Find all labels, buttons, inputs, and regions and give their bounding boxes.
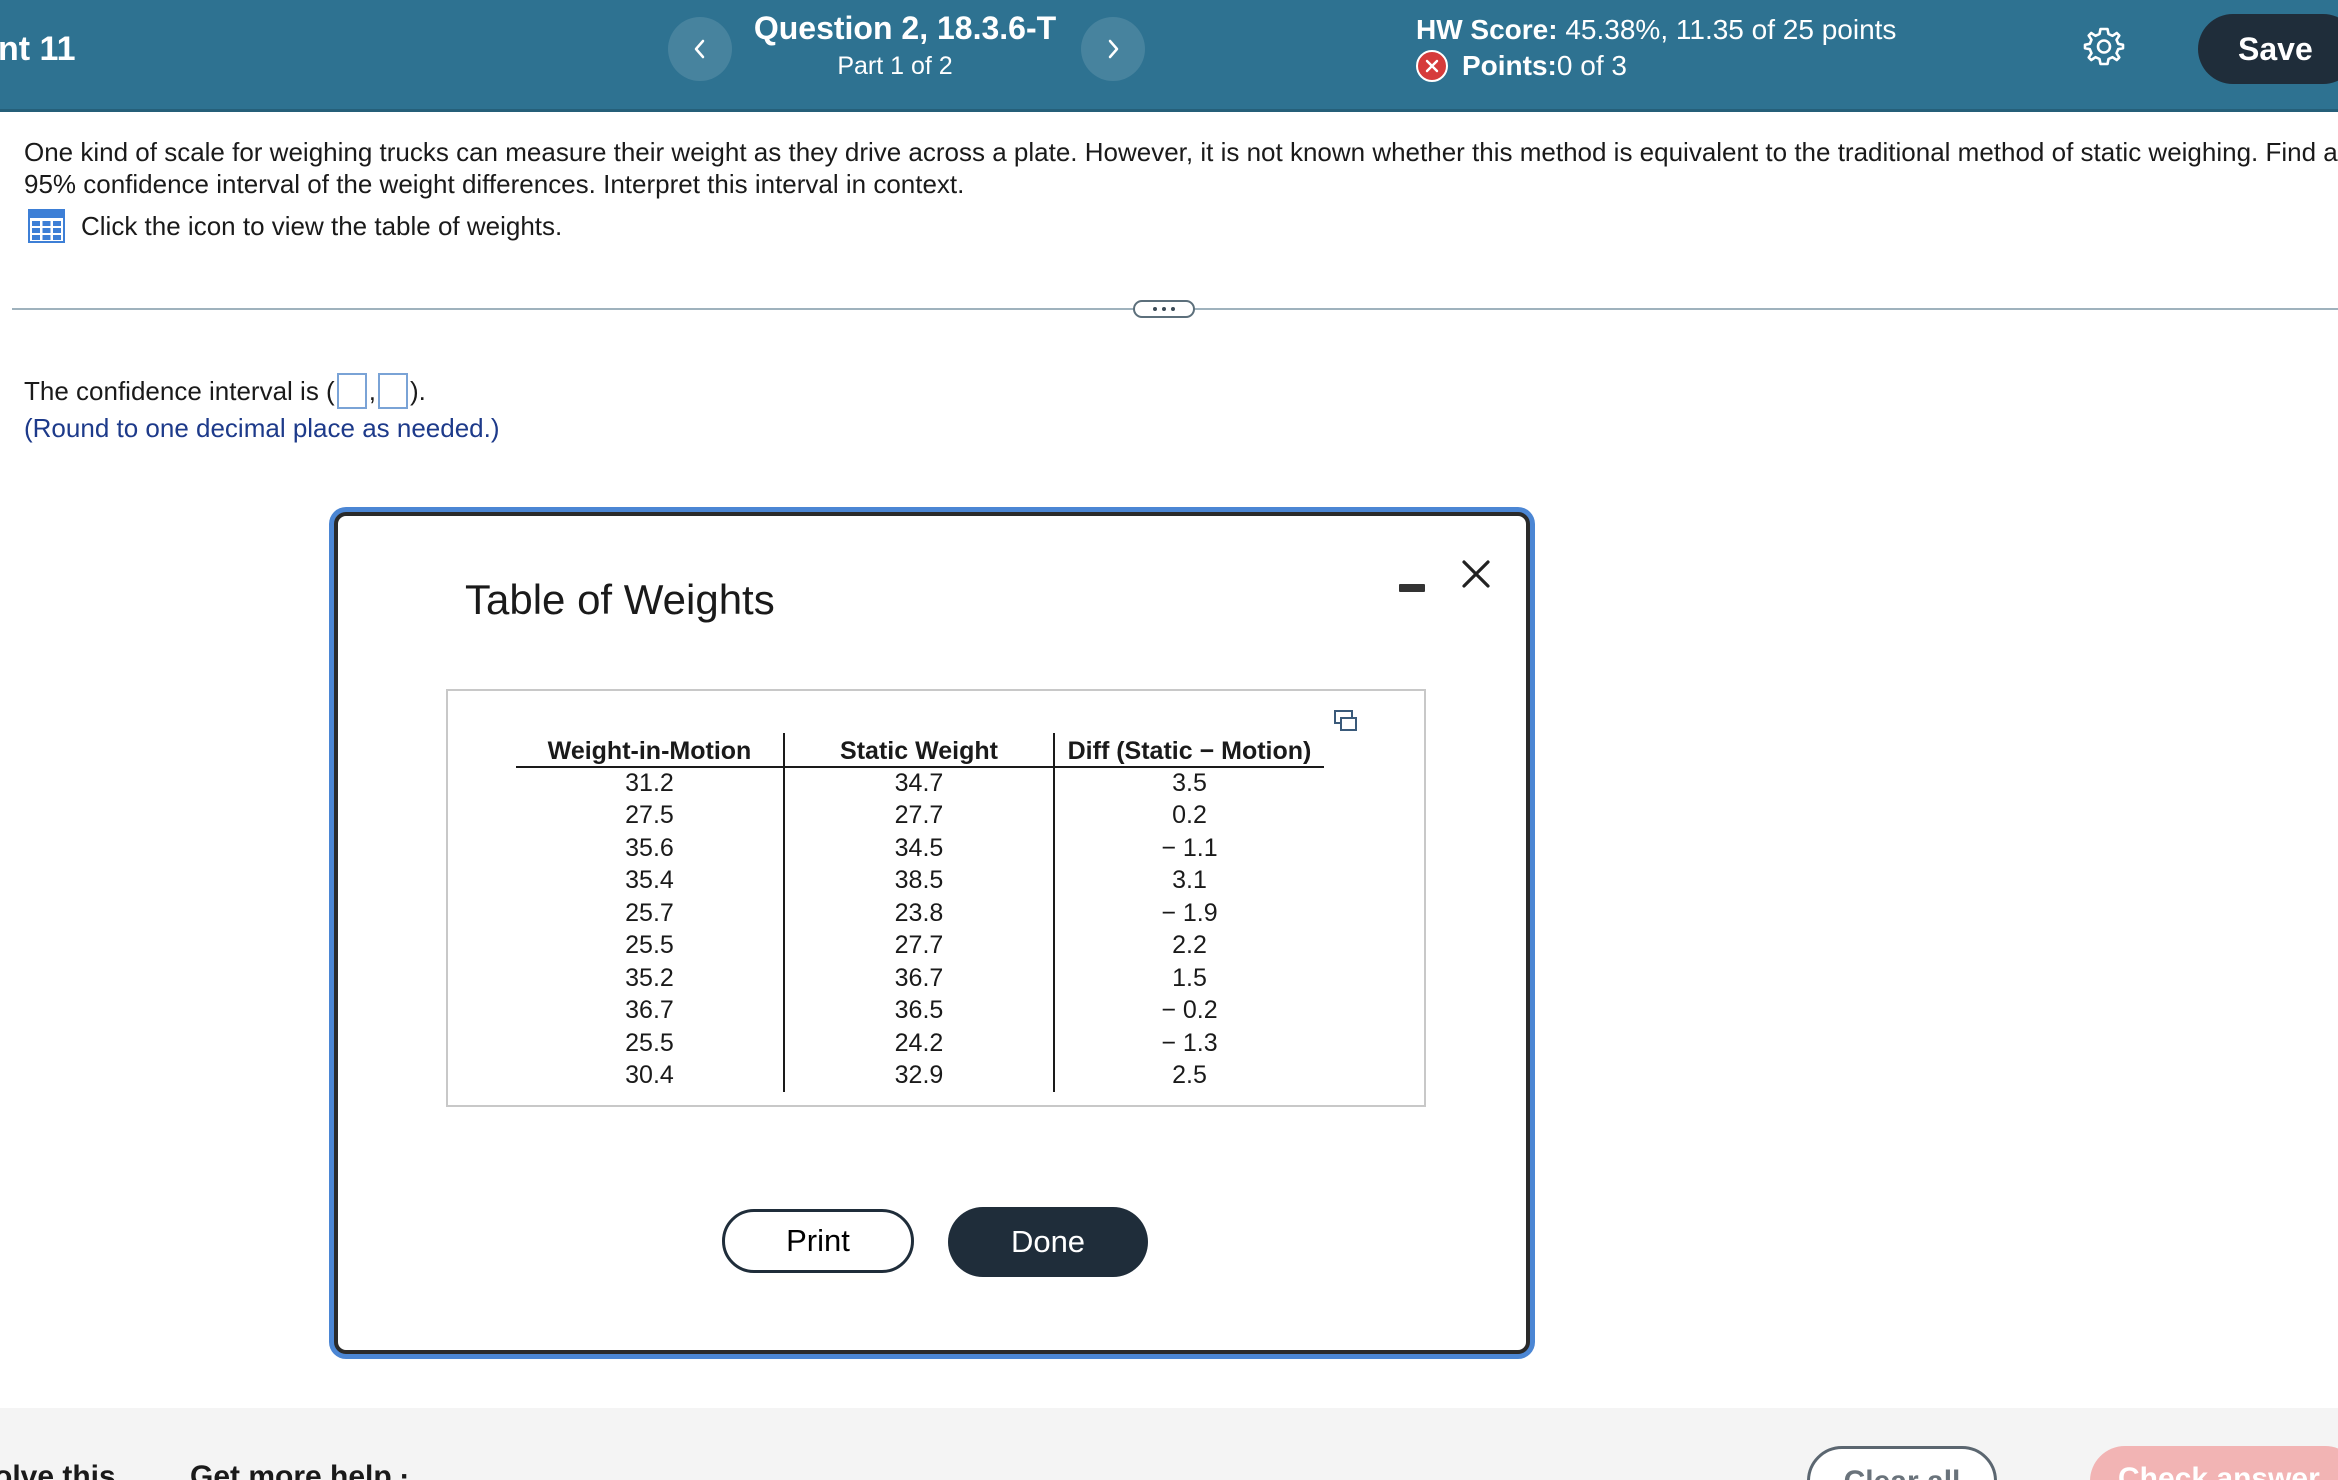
diff-cell: 2.5	[1053, 1059, 1324, 1092]
motion-cell: 35.2	[625, 963, 674, 992]
static-cell: 36.5	[783, 994, 1054, 1027]
diff-cell: − 1.1	[1053, 832, 1324, 865]
diff-cell: 1.5	[1053, 962, 1324, 995]
motion-cell: 36.7	[625, 996, 674, 1025]
header-bar: nt 11 Question 2, 18.3.6-T Part 1 of 2 H…	[0, 0, 2338, 112]
ci-suffix: ).	[409, 375, 426, 406]
footer-bar: olve this Get more help · Clear all Chec…	[0, 1408, 2338, 1480]
diff-cell: 3.5	[1053, 767, 1324, 800]
diff-cell: 2.2	[1053, 929, 1324, 962]
check-answer-button[interactable]: Check answer	[2090, 1446, 2338, 1480]
view-table-text: Click the icon to view the table of weig…	[81, 210, 563, 241]
motion-cell: 25.5	[625, 931, 674, 960]
help-me-solve-link[interactable]: olve this	[0, 1460, 116, 1480]
dot	[1153, 307, 1157, 311]
motion-cell: 35.4	[625, 866, 674, 895]
rounding-note: (Round to one decimal place as needed.)	[24, 413, 500, 443]
dot	[1162, 307, 1166, 311]
table-row: 36.7 36.5− 0.2	[516, 994, 1324, 1027]
question-text: One kind of scale for weighing trucks ca…	[24, 137, 2338, 199]
hw-score-label: HW Score:	[1416, 14, 1558, 45]
static-cell: 34.5	[783, 832, 1054, 865]
hw-score: HW Score: 45.38%, 11.35 of 25 points	[1416, 14, 1896, 46]
clear-all-button[interactable]: Clear all	[1807, 1446, 1997, 1480]
static-cell: 32.9	[783, 1059, 1054, 1092]
table-row: 35.6 34.5− 1.1	[516, 832, 1324, 865]
hw-score-value: 45.38%, 11.35 of 25 points	[1557, 14, 1897, 45]
save-button[interactable]: Save	[2198, 14, 2338, 84]
motion-cell: 25.5	[625, 1028, 674, 1057]
points: Points: 0 of 3	[1416, 50, 1627, 82]
copy-icon[interactable]	[1333, 708, 1359, 734]
motion-cell: 30.4	[625, 1061, 674, 1090]
static-cell: 36.7	[783, 962, 1054, 995]
table-header-row: Weight-in-Motion Static Weight Diff (Sta…	[516, 733, 1324, 768]
question-title: Question 2, 18.3.6-T	[753, 10, 1057, 46]
motion-cell: 27.5	[625, 801, 674, 830]
table-row: 25.5 27.7 2.2	[516, 929, 1324, 962]
get-more-help-link[interactable]: Get more help ·	[190, 1460, 410, 1480]
close-icon[interactable]	[1456, 554, 1496, 594]
previous-question-button[interactable]	[668, 17, 732, 81]
dialog-title: Table of Weights	[465, 576, 775, 623]
motion-cell: 31.2	[625, 769, 674, 798]
table-of-weights-dialog: Table of Weights Weight-in-Motion Static…	[334, 512, 1530, 1354]
next-question-button[interactable]	[1081, 17, 1145, 81]
incorrect-icon	[1416, 50, 1448, 82]
question-part: Part 1 of 2	[837, 52, 953, 80]
diff-cell: 3.1	[1053, 864, 1324, 897]
diff-cell: − 0.2	[1053, 994, 1324, 1027]
expand-more-button[interactable]	[1133, 300, 1195, 318]
confidence-interval-line: The confidence interval is ( , ).	[24, 373, 426, 409]
diff-cell: 0.2	[1053, 799, 1324, 832]
table-row: 30.4 32.9 2.5	[516, 1059, 1324, 1092]
static-cell: 27.7	[783, 929, 1054, 962]
chevron-left-icon	[694, 39, 705, 59]
motion-cell: 35.6	[625, 833, 674, 862]
static-cell: 38.5	[783, 864, 1054, 897]
ci-separator: ,	[368, 375, 376, 406]
table-row: 27.5 27.7 0.2	[516, 799, 1324, 832]
column-header: Weight-in-Motion	[516, 733, 784, 768]
dot	[1171, 307, 1175, 311]
table-row: 35.4 38.5 3.1	[516, 864, 1324, 897]
view-table-link[interactable]: Click the icon to view the table of weig…	[28, 209, 562, 243]
static-cell: 23.8	[783, 897, 1054, 930]
weights-table: Weight-in-Motion Static Weight Diff (Sta…	[516, 733, 1324, 1092]
table-row: 35.2 36.7 1.5	[516, 962, 1324, 995]
static-cell: 24.2	[783, 1027, 1054, 1060]
assignment-title: nt 11	[0, 30, 76, 68]
points-value: 0 of 3	[1556, 50, 1627, 81]
print-button[interactable]: Print	[722, 1209, 914, 1273]
static-cell: 34.7	[783, 767, 1054, 800]
chevron-right-icon	[1108, 39, 1119, 59]
table-row: 31.2 34.7 3.5	[516, 767, 1324, 800]
table-container: Weight-in-Motion Static Weight Diff (Sta…	[446, 689, 1426, 1107]
points-label: Points:	[1462, 50, 1557, 81]
diff-cell: − 1.9	[1053, 897, 1324, 930]
motion-cell: 25.7	[625, 898, 674, 927]
ci-lower-input[interactable]	[336, 373, 367, 409]
table-icon[interactable]	[28, 209, 65, 243]
column-header: Static Weight	[783, 733, 1054, 768]
column-header: Diff (Static − Motion)	[1053, 733, 1324, 768]
table-row: 25.7 23.8− 1.9	[516, 897, 1324, 930]
table-row: 25.5 24.2− 1.3	[516, 1027, 1324, 1060]
diff-cell: − 1.3	[1053, 1027, 1324, 1060]
done-button[interactable]: Done	[948, 1207, 1148, 1277]
ci-upper-input[interactable]	[377, 373, 408, 409]
minimize-button[interactable]	[1397, 570, 1429, 598]
gear-icon[interactable]	[2083, 25, 2125, 67]
ci-prefix: The confidence interval is (	[24, 375, 335, 406]
static-cell: 27.7	[783, 799, 1054, 832]
